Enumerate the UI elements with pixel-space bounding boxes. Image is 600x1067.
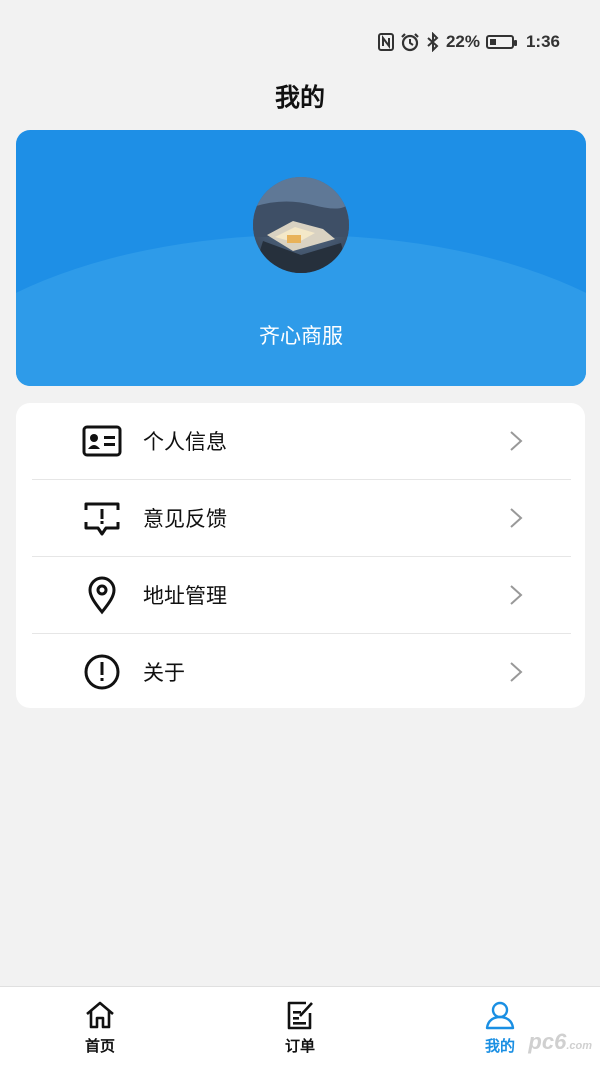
home-icon	[86, 1001, 114, 1029]
tab-label: 订单	[284, 1037, 315, 1055]
menu-card: 个人信息 意见反馈 地址管理 关于	[16, 403, 585, 708]
page-title: 我的	[274, 83, 325, 112]
battery-percent: 22%	[445, 32, 480, 51]
chevron-right-icon	[510, 585, 523, 605]
bluetooth-icon	[427, 32, 439, 52]
menu-item-label: 关于	[143, 661, 185, 685]
tab-mine[interactable]: 我的	[440, 987, 560, 1067]
watermark-logo: pc6.com	[528, 1029, 592, 1054]
menu-item-label: 意见反馈	[143, 507, 227, 531]
status-bar: 22% 1:36	[0, 0, 600, 80]
avatar-image	[253, 177, 349, 273]
tab-orders[interactable]: 订单	[240, 987, 360, 1067]
menu-item-label: 地址管理	[143, 584, 227, 608]
nfc-icon	[377, 33, 394, 51]
profile-card: 齐心商服	[16, 130, 586, 386]
id-card-icon	[82, 425, 122, 457]
order-edit-icon	[287, 1001, 313, 1030]
user-icon	[485, 1001, 515, 1030]
tab-label: 首页	[84, 1037, 115, 1055]
location-pin-icon	[88, 576, 116, 615]
menu-item-about[interactable]: 关于	[32, 634, 571, 708]
chevron-right-icon	[510, 508, 523, 528]
tab-bar: 首页 订单 我的 pc6.com	[0, 986, 600, 1067]
menu-item-label: 个人信息	[143, 430, 227, 454]
feedback-icon	[82, 502, 122, 536]
tab-home[interactable]: 首页	[40, 987, 160, 1067]
alarm-icon	[401, 33, 419, 52]
chevron-right-icon	[510, 662, 523, 682]
menu-item-personal-info[interactable]: 个人信息	[32, 403, 571, 479]
avatar[interactable]	[253, 177, 349, 273]
profile-name: 齐心商服	[259, 324, 343, 348]
menu-item-address[interactable]: 地址管理	[32, 557, 571, 633]
menu-item-feedback[interactable]: 意见反馈	[32, 480, 571, 556]
clock: 1:36	[525, 32, 560, 51]
chevron-right-icon	[510, 431, 523, 451]
status-icons: 22% 1:36	[377, 30, 560, 54]
info-exclamation-icon	[84, 654, 120, 690]
battery-icon	[485, 35, 517, 49]
